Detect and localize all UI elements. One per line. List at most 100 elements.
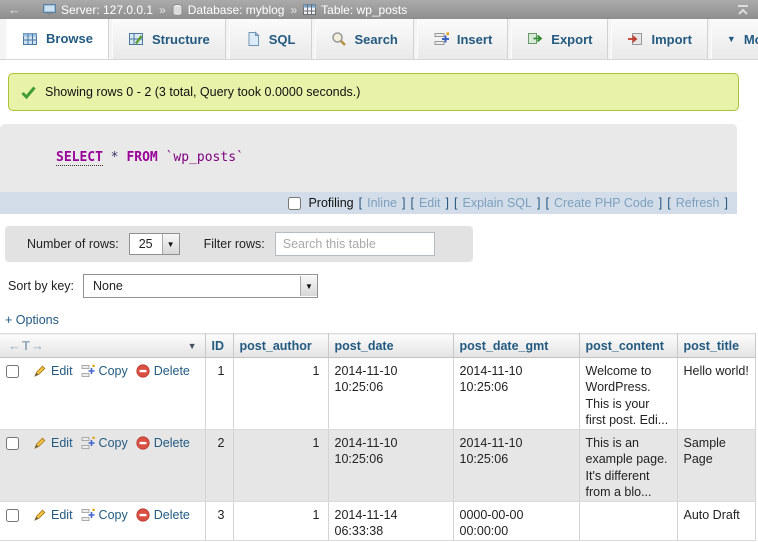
copy-label: Copy [99, 363, 128, 379]
row-checkbox[interactable] [6, 437, 19, 450]
breadcrumb-database-label: Database: myblog [188, 3, 285, 17]
bracket: ] [446, 196, 449, 210]
edit-row-link[interactable]: Edit [33, 435, 73, 451]
cell-post-date: 2014-11-14 06:33:38 [328, 502, 453, 541]
sort-by-key-row: Sort by key: None ▼ [8, 274, 758, 298]
sort-by-key-label: Sort by key: [8, 279, 74, 293]
copy-icon[interactable] [81, 508, 95, 522]
copy-row-link[interactable]: Copy [81, 507, 128, 523]
success-check-icon [21, 86, 36, 99]
column-header-post-date-gmt[interactable]: post_date_gmt [453, 334, 579, 358]
row-actions-cell: Edit Copy Delete [0, 502, 205, 541]
delete-label: Delete [154, 435, 190, 451]
sql-keyword-select[interactable]: SELECT [56, 150, 103, 166]
delete-icon[interactable] [136, 364, 150, 378]
cell-post-title: Hello world! [677, 358, 755, 430]
tab-export[interactable]: Export [511, 19, 608, 59]
success-message: Showing rows 0 - 2 (3 total, Query took … [8, 73, 739, 111]
back-arrow-icon[interactable]: ← [8, 2, 21, 17]
dropdown-arrow-icon[interactable]: ▼ [300, 276, 317, 296]
sql-query: SELECT * FROM `wp_posts` [0, 124, 737, 192]
tab-search[interactable]: Search [315, 19, 414, 59]
tab-insert[interactable]: Insert [417, 19, 508, 59]
profiling-checkbox[interactable] [288, 197, 301, 210]
tab-browse[interactable]: Browse [6, 19, 109, 59]
bracket: ] [537, 196, 540, 210]
breadcrumb-table-label: Table: wp_posts [321, 3, 407, 17]
column-header-post-content[interactable]: post_content [579, 334, 677, 358]
sort-options-caret-icon[interactable]: ▼ [188, 341, 197, 351]
query-toolbar: Profiling [Inline] [Edit] [Explain SQL] … [0, 192, 737, 214]
column-header-id[interactable]: ID [205, 334, 233, 358]
cell-post-date-gmt: 0000-00-00 00:00:00 [453, 502, 579, 541]
tab-browse-label: Browse [46, 31, 93, 46]
delete-icon[interactable] [136, 436, 150, 450]
tab-structure-label: Structure [152, 32, 210, 47]
filter-rows-input[interactable] [275, 232, 435, 256]
inline-link[interactable]: Inline [367, 196, 397, 210]
cell-id: 3 [205, 502, 233, 541]
cell-id: 1 [205, 358, 233, 430]
edit-label: Edit [51, 435, 73, 451]
cell-post-date: 2014-11-10 10:25:06 [328, 358, 453, 430]
row-checkbox[interactable] [6, 509, 19, 522]
copy-icon[interactable] [81, 436, 95, 450]
breadcrumb-server[interactable]: Server: 127.0.0.1 [43, 3, 153, 17]
number-of-rows-label: Number of rows: [27, 237, 119, 251]
table-row: Edit Copy Delete 1 1 2014-11-10 10:25:06… [0, 358, 755, 430]
database-icon [172, 4, 183, 16]
row-checkbox[interactable] [6, 365, 19, 378]
delete-icon[interactable] [136, 508, 150, 522]
bracket: [ [410, 196, 413, 210]
copy-row-link[interactable]: Copy [81, 435, 128, 451]
bracket: [ [454, 196, 457, 210]
structure-icon [128, 31, 144, 47]
refresh-link[interactable]: Refresh [676, 196, 720, 210]
copy-label: Copy [99, 435, 128, 451]
pencil-icon[interactable] [33, 364, 47, 378]
delete-row-link[interactable]: Delete [136, 363, 190, 379]
pencil-icon[interactable] [33, 436, 47, 450]
tab-structure[interactable]: Structure [112, 19, 226, 59]
copy-label: Copy [99, 507, 128, 523]
transpose-icon[interactable]: ←T→ [8, 338, 45, 353]
cell-post-date: 2014-11-10 10:25:06 [328, 430, 453, 502]
explain-sql-link[interactable]: Explain SQL [462, 196, 531, 210]
cell-post-date-gmt: 2014-11-10 10:25:06 [453, 430, 579, 502]
delete-row-link[interactable]: Delete [136, 435, 190, 451]
column-header-post-author[interactable]: post_author [233, 334, 328, 358]
edit-query-link[interactable]: Edit [419, 196, 441, 210]
sort-by-key-value: None [84, 279, 132, 293]
breadcrumb: ← Server: 127.0.0.1 » Database: myblog »… [0, 0, 758, 19]
cell-post-author: 1 [233, 430, 328, 502]
profiling-label[interactable]: Profiling [308, 196, 353, 210]
column-header-post-date[interactable]: post_date [328, 334, 453, 358]
dropdown-arrow-icon[interactable]: ▼ [162, 234, 179, 254]
tab-more[interactable]: ▼ More [711, 19, 758, 59]
collapse-top-icon[interactable] [736, 4, 750, 16]
table-header-row: ←T→ ▼ ID post_author post_date post_date… [0, 334, 755, 358]
edit-row-link[interactable]: Edit [33, 507, 73, 523]
column-header-post-title[interactable]: post_title [677, 334, 755, 358]
breadcrumb-separator: » [290, 3, 297, 17]
row-actions-cell: Edit Copy Delete [0, 358, 205, 430]
sort-by-key-select[interactable]: None ▼ [83, 274, 318, 298]
pencil-icon[interactable] [33, 508, 47, 522]
delete-label: Delete [154, 363, 190, 379]
delete-row-link[interactable]: Delete [136, 507, 190, 523]
tab-import[interactable]: Import [611, 19, 707, 59]
import-icon [627, 31, 643, 47]
copy-icon[interactable] [81, 364, 95, 378]
options-toggle[interactable]: + Options [5, 313, 758, 329]
breadcrumb-items: Server: 127.0.0.1 » Database: myblog » T… [43, 3, 736, 17]
rows-per-page-select[interactable]: 25 ▼ [129, 233, 180, 255]
breadcrumb-database[interactable]: Database: myblog [172, 3, 285, 17]
create-php-code-link[interactable]: Create PHP Code [554, 196, 654, 210]
tab-sql[interactable]: SQL [229, 19, 312, 59]
table-icon [303, 4, 316, 15]
success-message-text: Showing rows 0 - 2 (3 total, Query took … [45, 85, 360, 99]
edit-label: Edit [51, 507, 73, 523]
edit-row-link[interactable]: Edit [33, 363, 73, 379]
breadcrumb-table[interactable]: Table: wp_posts [303, 3, 407, 17]
copy-row-link[interactable]: Copy [81, 363, 128, 379]
